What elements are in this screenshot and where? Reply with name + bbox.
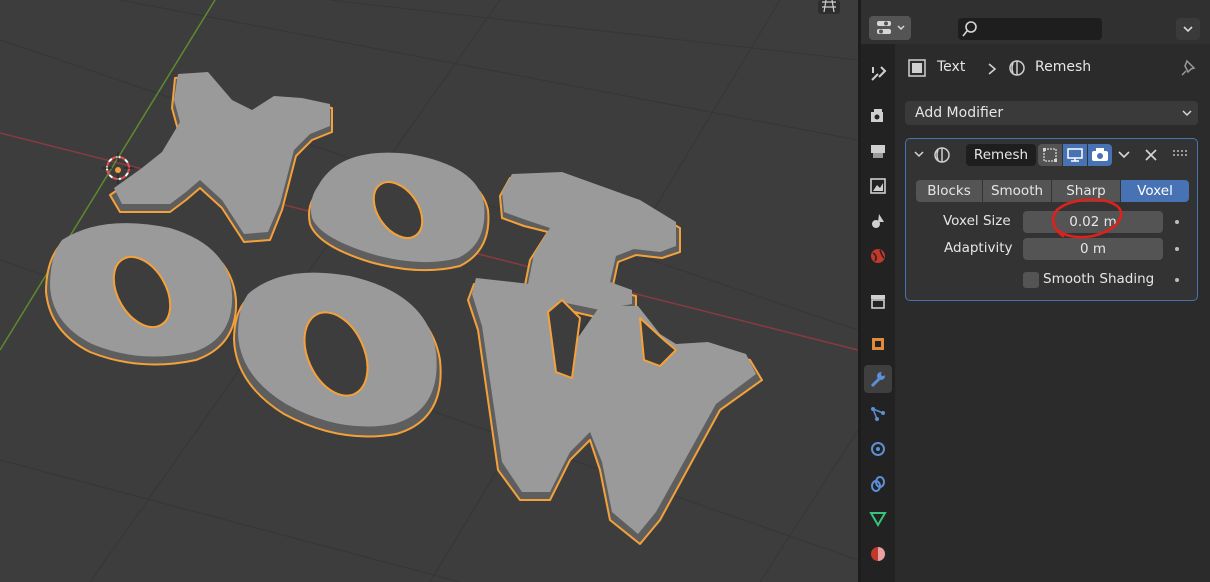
remesh-icon xyxy=(1009,60,1025,76)
tab-modifier[interactable] xyxy=(864,365,892,393)
tab-scene[interactable] xyxy=(864,207,892,235)
mode-smooth-label: Smooth xyxy=(990,183,1044,199)
properties-editor: Text Remesh Add Modifier Remesh Blocks S… xyxy=(861,0,1210,582)
keyframe-dot-icon[interactable] xyxy=(1175,278,1179,282)
material-icon xyxy=(871,547,885,561)
tab-tool[interactable] xyxy=(864,60,892,88)
tab-material[interactable] xyxy=(864,540,892,568)
tab-world[interactable] xyxy=(864,242,892,270)
tab-constraints[interactable] xyxy=(864,470,892,498)
breadcrumb-object: Text xyxy=(937,59,966,75)
modifier-properties: Text Remesh Add Modifier Remesh Blocks S… xyxy=(897,44,1210,582)
smooth-shading-checkbox[interactable] xyxy=(1023,272,1039,288)
text-object-icon xyxy=(908,59,926,77)
close-icon[interactable] xyxy=(1143,147,1159,163)
mode-smooth-button[interactable]: Smooth xyxy=(983,180,1051,202)
render-icon xyxy=(871,109,883,122)
keyframe-dot-icon[interactable] xyxy=(1175,220,1179,224)
chevron-down-icon xyxy=(1183,26,1193,33)
monitor-icon xyxy=(1067,148,1083,162)
mode-voxel-label: Voxel xyxy=(1137,183,1173,199)
letter-o2-mesh[interactable] xyxy=(45,223,238,366)
view-layer-icon xyxy=(870,178,886,194)
constraints-icon xyxy=(871,476,885,492)
camera-icon xyxy=(1092,148,1108,161)
tab-physics[interactable] xyxy=(864,435,892,463)
letter-o1-mesh[interactable] xyxy=(308,152,490,272)
wrench-icon xyxy=(870,372,885,388)
grid-view-icon[interactable] xyxy=(818,0,840,14)
data-icon xyxy=(869,512,887,527)
object-icon xyxy=(872,338,884,350)
smooth-shading-label: Smooth Shading xyxy=(1043,271,1155,287)
editor-type-button[interactable] xyxy=(869,16,911,40)
pin-icon[interactable] xyxy=(1179,58,1199,78)
letter-w-mesh[interactable] xyxy=(467,278,763,545)
add-modifier-label: Add Modifier xyxy=(915,105,1004,121)
letter-n-mesh[interactable] xyxy=(109,72,333,243)
edit-mode-icon xyxy=(1043,148,1057,162)
mode-voxel-button[interactable]: Voxel xyxy=(1121,180,1189,202)
output-icon xyxy=(871,145,885,158)
chevron-right-icon xyxy=(988,63,997,75)
drag-handle-icon[interactable] xyxy=(1172,149,1188,159)
modifier-menu-chevron-icon[interactable] xyxy=(1116,148,1132,162)
viewport-display-toggle[interactable] xyxy=(1063,144,1087,166)
world-icon xyxy=(871,249,885,263)
tab-render[interactable] xyxy=(864,102,892,130)
keyframe-dot-icon[interactable] xyxy=(1175,247,1179,251)
modifier-name: Remesh xyxy=(973,147,1029,163)
adaptivity-label: Adaptivity xyxy=(944,240,1013,256)
breadcrumb-modifier: Remesh xyxy=(1035,59,1092,75)
edit-mode-toggle[interactable] xyxy=(1038,144,1062,166)
scene-icon xyxy=(872,214,884,228)
tab-object[interactable] xyxy=(864,330,892,358)
mode-blocks-button[interactable]: Blocks xyxy=(916,180,982,202)
properties-header xyxy=(861,0,1210,44)
viewport-scene xyxy=(0,0,858,582)
properties-tabs xyxy=(861,44,895,582)
tool-icon xyxy=(871,66,887,81)
add-modifier-dropdown[interactable]: Add Modifier xyxy=(905,101,1198,125)
collection-icon xyxy=(871,295,885,309)
chevron-down-icon xyxy=(1182,110,1192,117)
letter-o3-mesh[interactable] xyxy=(233,272,442,438)
search-input[interactable] xyxy=(958,18,1102,40)
tab-view-layer[interactable] xyxy=(864,172,892,200)
render-toggle[interactable] xyxy=(1088,144,1112,166)
3d-viewport[interactable] xyxy=(0,0,858,582)
voxel-size-label: Voxel Size xyxy=(943,213,1011,229)
tab-collection[interactable] xyxy=(864,287,892,315)
annotation-circle xyxy=(1051,198,1123,239)
tab-output[interactable] xyxy=(864,137,892,165)
physics-icon xyxy=(871,442,885,456)
remesh-icon xyxy=(934,147,950,163)
mode-blocks-label: Blocks xyxy=(927,183,971,199)
search-icon xyxy=(962,21,977,37)
modifier-name-field[interactable]: Remesh xyxy=(966,144,1036,166)
tab-data[interactable] xyxy=(864,505,892,533)
particles-icon xyxy=(871,407,885,421)
editor-type-icon xyxy=(877,21,905,34)
tab-particles[interactable] xyxy=(864,400,892,428)
options-dropdown-button[interactable] xyxy=(1176,18,1200,40)
collapse-chevron-icon[interactable] xyxy=(912,147,926,161)
